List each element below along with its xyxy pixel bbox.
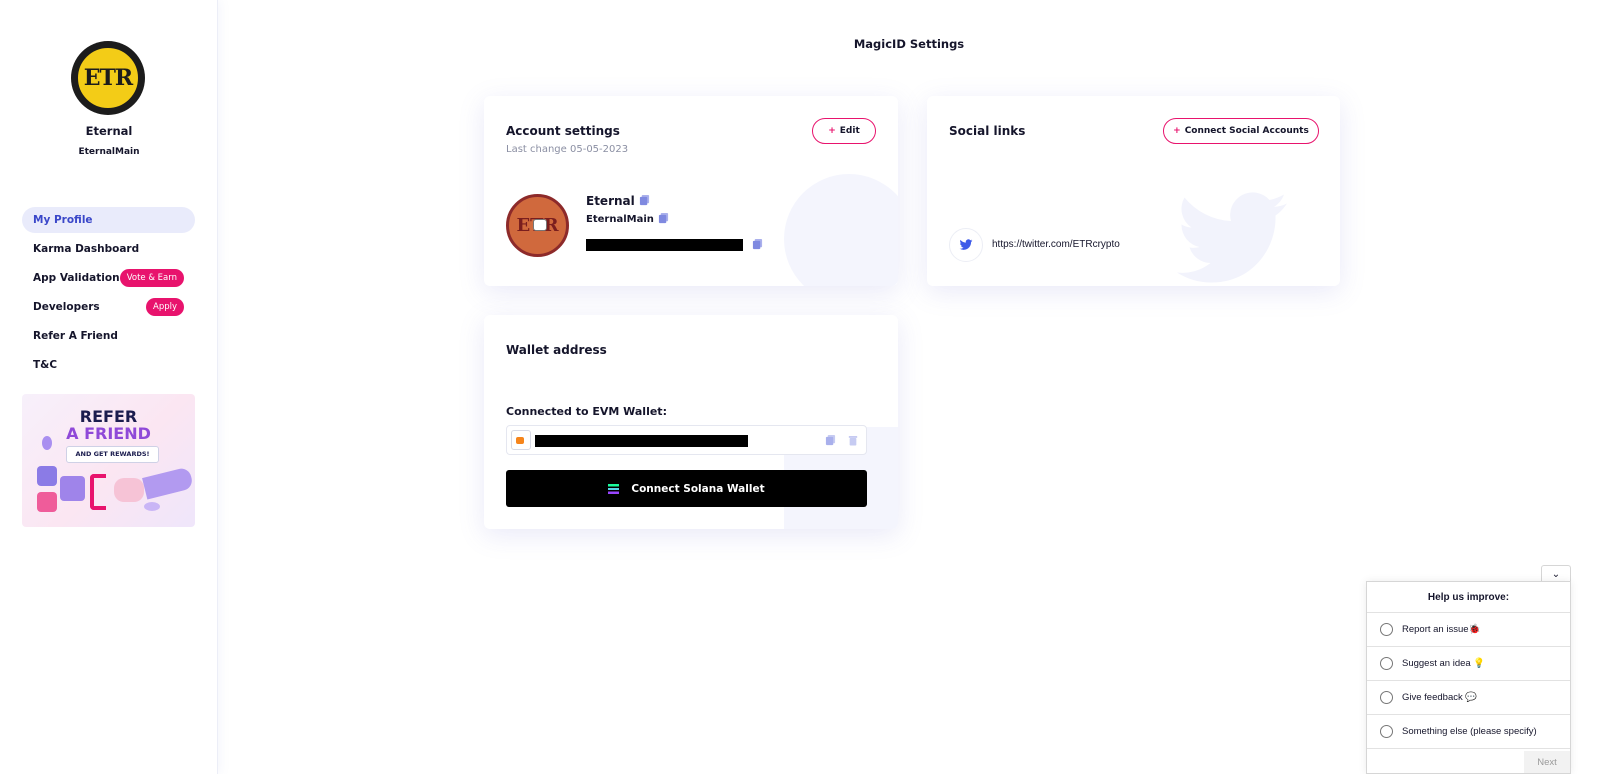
sidebar-item-label: Karma Dashboard [33, 243, 140, 255]
logo-text: ETR [76, 46, 140, 110]
page-title: MagicID Settings [853, 37, 965, 51]
coin-icon [144, 502, 160, 511]
evm-wallet-label: Connected to EVM Wallet: [506, 405, 667, 418]
connect-social-button[interactable]: + Connect Social Accounts [1163, 118, 1319, 144]
coin-icon [42, 436, 52, 450]
redacted-address [586, 239, 743, 251]
solana-icon [608, 483, 620, 494]
radio-button[interactable] [1380, 725, 1393, 738]
sidebar-item-terms[interactable]: T&C [22, 352, 195, 378]
feedback-title: Help us improve: [1367, 582, 1570, 613]
connect-solana-label: Connect Solana Wallet [631, 482, 765, 495]
magnet-icon [90, 474, 106, 510]
sidebar-item-app-validation[interactable]: App Validation Vote & Earn [22, 265, 195, 291]
vote-earn-badge: Vote & Earn [119, 269, 184, 287]
copy-icon[interactable] [639, 195, 650, 206]
user-card-icon [37, 492, 57, 512]
edit-button[interactable]: + Edit [812, 118, 876, 144]
handshake-icon [114, 478, 144, 502]
radio-button[interactable] [1380, 623, 1393, 636]
feedback-option-label: Suggest an idea 💡 [1402, 658, 1486, 669]
account-settings-card: Account settings Last change 05-05-2023 … [484, 96, 898, 286]
wallet-address-title: Wallet address [506, 343, 607, 357]
sidebar-item-label: Developers [33, 301, 100, 313]
feedback-option-something-else[interactable]: Something else (please specify) [1367, 715, 1570, 749]
banner-line1: REFER [79, 407, 138, 426]
copy-icon[interactable] [825, 435, 836, 446]
user-card-icon [37, 466, 57, 486]
feedback-option-give-feedback[interactable]: Give feedback 💬 [1367, 681, 1570, 715]
user-card-icon [60, 476, 85, 501]
feedback-option-label: Give feedback 💬 [1402, 692, 1478, 703]
sidebar-item-my-profile[interactable]: My Profile [22, 207, 195, 233]
feedback-option-label: Something else (please specify) [1402, 726, 1537, 737]
profile-name: Eternal [85, 124, 133, 138]
copy-icon[interactable] [752, 239, 763, 250]
plus-icon: + [828, 126, 836, 136]
camera-icon[interactable] [533, 219, 547, 231]
account-name: Eternal [586, 194, 635, 208]
profile-handle: EternalMain [78, 147, 140, 157]
arm-sleeve [142, 466, 194, 500]
twitter-icon [949, 228, 983, 262]
account-settings-title: Account settings [506, 124, 620, 138]
sidebar-item-label: My Profile [33, 214, 93, 226]
radio-button[interactable] [1380, 691, 1393, 704]
metamask-icon [511, 430, 531, 450]
account-handle: EternalMain [586, 214, 654, 225]
last-change-text: Last change 05-05-2023 [506, 144, 629, 155]
edit-label: Edit [839, 126, 860, 136]
social-links-card: Social links + Connect Social Accounts h… [927, 96, 1340, 286]
feedback-widget: Help us improve: Report an issue🐞 Sugges… [1366, 581, 1571, 774]
evm-wallet-field[interactable] [506, 425, 867, 455]
feedback-option-label: Report an issue🐞 [1402, 624, 1481, 635]
banner-subtitle: AND GET REWARDS! [66, 446, 159, 463]
sidebar-item-label: Refer A Friend [33, 330, 118, 342]
redacted-wallet-address [535, 435, 748, 447]
twitter-link[interactable]: https://twitter.com/ETRcrypto [992, 239, 1120, 250]
chevron-down-icon: ⌄ [1551, 569, 1561, 580]
apply-badge: Apply [146, 298, 184, 316]
refer-friend-banner[interactable]: REFER A FRIEND AND GET REWARDS! [22, 394, 195, 527]
connect-solana-button[interactable]: Connect Solana Wallet [506, 470, 867, 507]
plus-icon: + [1173, 126, 1181, 136]
social-links-title: Social links [949, 124, 1026, 138]
sidebar-nav: My Profile Karma Dashboard App Validatio… [22, 207, 195, 381]
sidebar-item-label: T&C [33, 359, 58, 371]
radio-button[interactable] [1380, 657, 1393, 670]
next-button[interactable]: Next [1524, 751, 1570, 773]
sidebar-item-developers[interactable]: Developers Apply [22, 294, 195, 320]
profile-logo: ETR [71, 41, 145, 115]
sidebar-item-label: App Validation [33, 272, 120, 284]
sidebar-item-karma-dashboard[interactable]: Karma Dashboard [22, 236, 195, 262]
feedback-option-suggest-idea[interactable]: Suggest an idea 💡 [1367, 647, 1570, 681]
trash-icon[interactable] [848, 435, 858, 446]
twitter-watermark-icon [1177, 192, 1287, 283]
copy-icon[interactable] [658, 213, 669, 224]
gear-watermark [784, 174, 898, 286]
connect-social-label: Connect Social Accounts [1184, 126, 1309, 136]
sidebar: ETR Eternal EternalMain My Profile Karma… [0, 0, 218, 774]
sidebar-item-refer-a-friend[interactable]: Refer A Friend [22, 323, 195, 349]
wallet-address-card: Wallet address Connected to EVM Wallet: … [484, 315, 898, 529]
feedback-option-report-issue[interactable]: Report an issue🐞 [1367, 613, 1570, 647]
